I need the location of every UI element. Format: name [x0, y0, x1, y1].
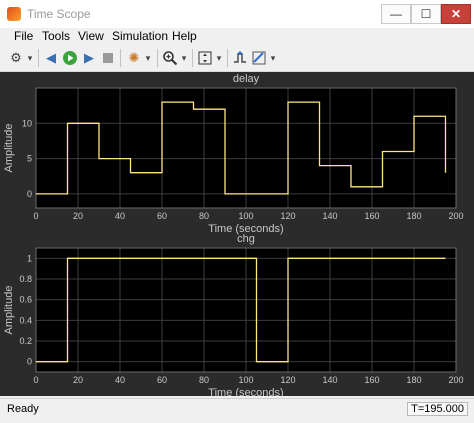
- x-tick-label: 40: [115, 375, 125, 385]
- minimize-button[interactable]: —: [381, 4, 411, 24]
- y-tick-label: 1: [27, 253, 32, 263]
- x-tick-label: 80: [199, 375, 209, 385]
- chevron-down-icon[interactable]: ▾: [269, 50, 277, 66]
- menu-help[interactable]: Help: [172, 29, 197, 43]
- x-tick-label: 140: [322, 375, 337, 385]
- x-tick-label: 60: [157, 375, 167, 385]
- scope-display: delay0204060801001201401601802000510Time…: [0, 72, 474, 396]
- highlight-icon[interactable]: ✺: [126, 50, 142, 66]
- triggers-icon[interactable]: [232, 50, 248, 66]
- x-tick-label: 0: [33, 375, 38, 385]
- run-icon[interactable]: [62, 50, 78, 66]
- x-tick-label: 60: [157, 211, 167, 221]
- maximize-button[interactable]: ☐: [411, 4, 441, 24]
- step-forward-icon[interactable]: ▶: [81, 50, 97, 66]
- gear-icon[interactable]: ⚙: [8, 50, 24, 66]
- y-axis-label: Amplitude: [3, 286, 15, 335]
- menu-bar: File Tools View Simulation Help: [0, 28, 474, 44]
- chevron-down-icon[interactable]: ▾: [180, 50, 188, 66]
- y-tick-label: 10: [22, 118, 32, 128]
- x-tick-label: 0: [33, 211, 38, 221]
- x-axis-label: Time (seconds): [208, 387, 283, 396]
- x-tick-label: 180: [406, 375, 421, 385]
- x-tick-label: 200: [448, 211, 463, 221]
- matlab-icon: [7, 7, 21, 21]
- menu-view[interactable]: View: [78, 29, 104, 43]
- chevron-down-icon[interactable]: ▾: [215, 50, 223, 66]
- y-tick-label: 0.8: [19, 274, 32, 284]
- x-tick-label: 20: [73, 375, 83, 385]
- stop-icon[interactable]: [100, 50, 116, 66]
- x-tick-label: 160: [364, 211, 379, 221]
- autoscale-icon[interactable]: [197, 50, 213, 66]
- chevron-down-icon[interactable]: ▾: [26, 50, 34, 66]
- zoom-icon[interactable]: [162, 50, 178, 66]
- y-tick-label: 0.2: [19, 336, 32, 346]
- y-tick-label: 0: [27, 189, 32, 199]
- menu-simulation[interactable]: Simulation: [112, 29, 168, 43]
- y-tick-label: 0.4: [19, 315, 32, 325]
- x-tick-label: 100: [238, 211, 253, 221]
- scope-plots: delay0204060801001201401601802000510Time…: [0, 72, 474, 396]
- x-tick-label: 120: [280, 375, 295, 385]
- simulation-time: T=195.000: [407, 402, 468, 416]
- x-tick-label: 180: [406, 211, 421, 221]
- status-text: Ready: [7, 403, 39, 415]
- menu-tools[interactable]: Tools: [42, 29, 70, 43]
- y-tick-label: 0.6: [19, 295, 32, 305]
- toolbar: ⚙ ▾ ◀ ▶ ✺ ▾ ▾ ▾ ▾: [0, 45, 474, 72]
- step-back-icon[interactable]: ◀: [43, 50, 59, 66]
- close-button[interactable]: ✕: [441, 4, 471, 24]
- x-tick-label: 160: [364, 375, 379, 385]
- x-tick-label: 140: [322, 211, 337, 221]
- x-tick-label: 120: [280, 211, 295, 221]
- title-bar: Time Scope — ☐ ✕: [0, 0, 474, 29]
- cursor-measurement-icon[interactable]: [251, 50, 267, 66]
- y-tick-label: 0: [27, 357, 32, 367]
- y-axis-label: Amplitude: [3, 124, 15, 173]
- plot-title: delay: [233, 73, 260, 85]
- x-tick-label: 100: [238, 375, 253, 385]
- menu-file[interactable]: File: [14, 29, 33, 43]
- y-tick-label: 5: [27, 154, 32, 164]
- chevron-down-icon[interactable]: ▾: [144, 50, 152, 66]
- window-title: Time Scope: [27, 7, 91, 21]
- status-bar: Ready T=195.000: [0, 398, 474, 423]
- x-tick-label: 80: [199, 211, 209, 221]
- plot-title: chg: [237, 233, 255, 245]
- x-tick-label: 20: [73, 211, 83, 221]
- x-tick-label: 200: [448, 375, 463, 385]
- x-tick-label: 40: [115, 211, 125, 221]
